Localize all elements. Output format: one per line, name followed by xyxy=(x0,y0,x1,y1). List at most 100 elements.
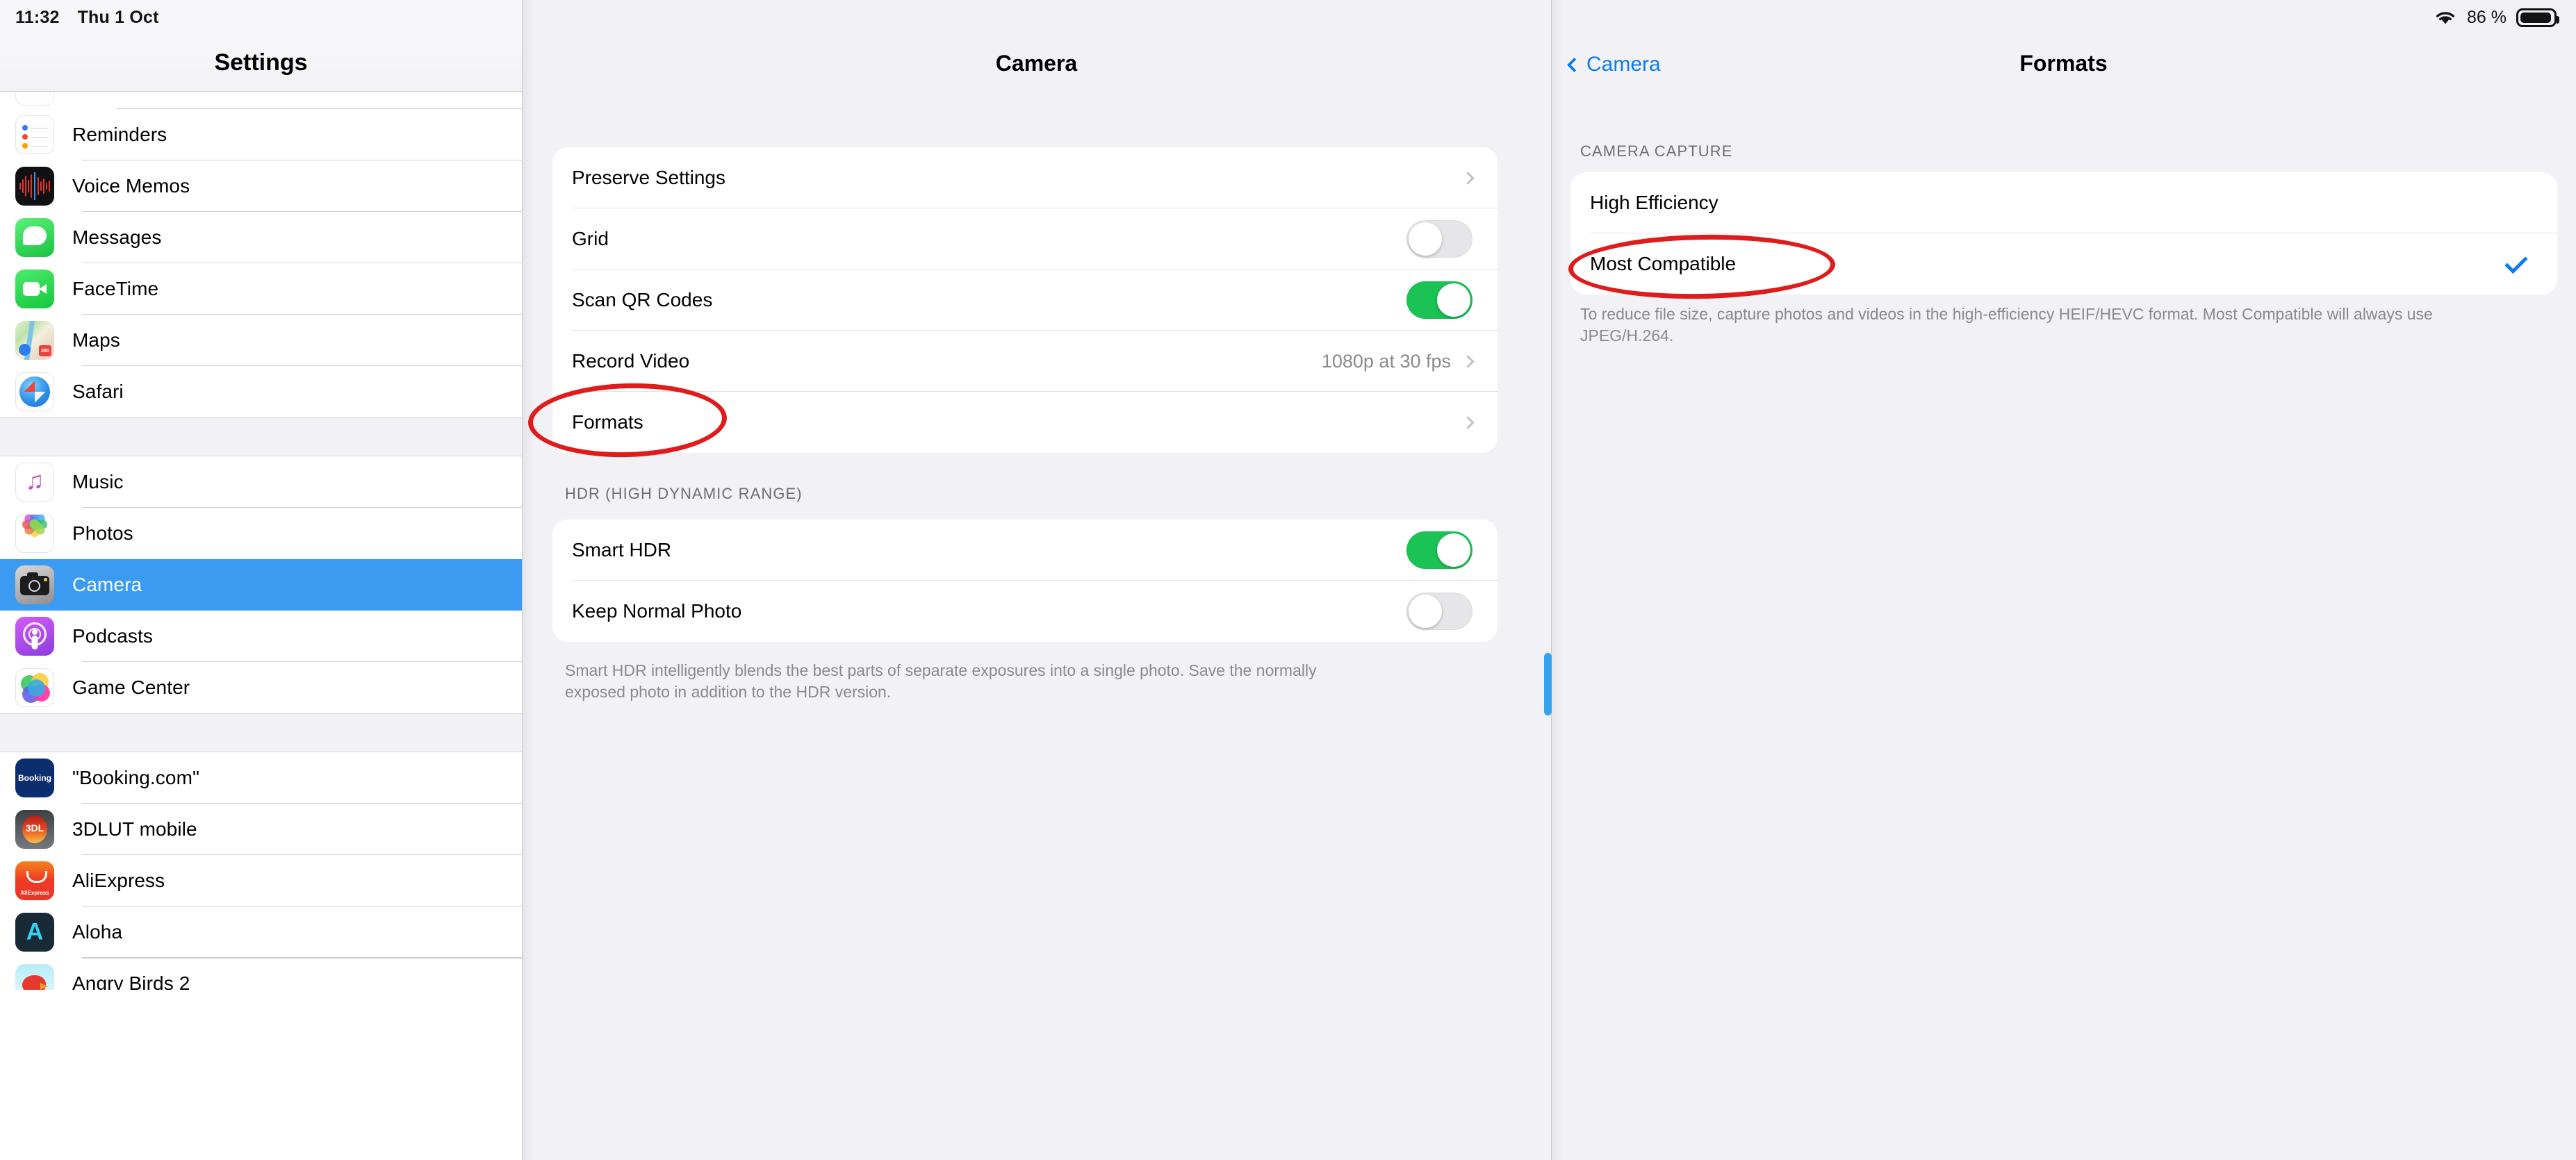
sidebar-item-label: AliExpress xyxy=(72,870,165,891)
sidebar-item-label: Podcasts xyxy=(72,625,153,647)
row-label: Preserve Settings xyxy=(572,167,725,188)
row-record-video[interactable]: Record Video 1080p at 30 fps xyxy=(552,331,1498,392)
camera-app-icon xyxy=(15,565,54,604)
3dlut-mobile-app-icon: 3DL xyxy=(15,810,54,849)
booking-com-app-icon xyxy=(15,759,54,797)
sidebar-item-angry-birds-2[interactable]: Angry Birds 2 xyxy=(0,958,522,990)
chevron-right-icon xyxy=(1461,354,1475,368)
angry-birds-2-app-icon xyxy=(15,964,54,990)
sidebar-group-gap xyxy=(0,713,522,752)
aliexpress-app-icon: AliExpress xyxy=(15,861,54,900)
row-keep-normal-photo[interactable]: Keep Normal Photo xyxy=(552,581,1498,642)
keep-normal-photo-toggle[interactable] xyxy=(1406,593,1472,630)
hdr-section-header: HDR (HIGH DYNAMIC RANGE) xyxy=(565,485,803,502)
chevron-right-icon xyxy=(1461,415,1475,429)
grid-toggle[interactable] xyxy=(1406,220,1472,258)
row-smart-hdr[interactable]: Smart HDR xyxy=(552,520,1498,581)
sidebar-item-messages[interactable]: Messages xyxy=(0,212,522,263)
messages-app-icon xyxy=(15,218,54,257)
sidebar-item-photos[interactable]: Photos xyxy=(0,508,522,559)
voice-memos-app-icon xyxy=(15,167,54,206)
sidebar-item-label: Safari xyxy=(72,381,124,402)
sidebar-item-label: Angry Birds 2 xyxy=(72,972,190,990)
row-label: Keep Normal Photo xyxy=(572,600,742,622)
music-app-icon xyxy=(15,463,54,502)
chevron-right-icon xyxy=(1461,171,1475,185)
hdr-options-group: Smart HDR Keep Normal Photo xyxy=(552,520,1498,642)
sidebar-title: Settings xyxy=(214,49,308,76)
camera-capture-footnote: To reduce file size, capture photos and … xyxy=(1580,305,2433,345)
formats-panel-header: Camera Formats xyxy=(1551,0,2576,92)
row-label: High Efficiency xyxy=(1590,192,1718,213)
sidebar-item-aloha[interactable]: Aloha xyxy=(0,906,522,958)
sidebar-item-music[interactable]: Music xyxy=(0,456,522,508)
sidebar-item-label: Aloha xyxy=(72,921,123,943)
sidebar-item-label: Game Center xyxy=(72,677,190,698)
photos-app-icon xyxy=(15,514,54,553)
sidebar-list[interactable]: Reminders Voice Memos Messages FaceTime … xyxy=(0,92,522,990)
sidebar-partial-item-top xyxy=(0,92,522,109)
hdr-footnote: Smart HDR intelligently blends the best … xyxy=(565,661,1317,702)
smart-hdr-toggle[interactable] xyxy=(1406,531,1472,569)
settings-sidebar: Settings Reminders Voice Memos Messages … xyxy=(0,0,522,1160)
row-grid[interactable]: Grid xyxy=(552,208,1498,270)
sidebar-divider xyxy=(522,0,523,1160)
split-view-drag-handle[interactable] xyxy=(1544,653,1552,715)
row-label: Scan QR Codes xyxy=(572,289,713,310)
row-label: Formats xyxy=(572,411,643,433)
camera-options-group: Preserve Settings Grid Scan QR Codes Rec… xyxy=(552,147,1498,453)
sidebar-item-label: Music xyxy=(72,471,124,492)
camera-capture-section-header: CAMERA CAPTURE xyxy=(1580,142,1733,160)
record-video-value: 1080p at 30 fps xyxy=(1321,350,1451,372)
sidebar-item-label: "Booking.com" xyxy=(72,767,200,788)
scan-qr-codes-toggle[interactable] xyxy=(1406,281,1472,319)
sidebar-item-voice-memos[interactable]: Voice Memos xyxy=(0,160,522,212)
sidebar-item-game-center[interactable]: Game Center xyxy=(0,662,522,713)
sidebar-item-label: Photos xyxy=(72,522,133,544)
sidebar-item-podcasts[interactable]: Podcasts xyxy=(0,611,522,662)
sidebar-item-label: Voice Memos xyxy=(72,175,190,197)
row-scan-qr-codes[interactable]: Scan QR Codes xyxy=(552,270,1498,331)
camera-panel-header: Camera xyxy=(522,0,1551,92)
sidebar-item-label: 3DLUT mobile xyxy=(72,818,197,840)
facetime-app-icon xyxy=(15,270,54,308)
sidebar-item-label: Camera xyxy=(72,574,142,595)
option-high-efficiency[interactable]: High Efficiency xyxy=(1570,172,2557,233)
reminders-app-icon xyxy=(15,115,54,154)
ipad-settings-screen: Settings Reminders Voice Memos Messages … xyxy=(0,0,2576,1160)
panel-divider xyxy=(1551,0,1552,1160)
row-label: Grid xyxy=(572,228,609,249)
row-label: Record Video xyxy=(572,350,690,372)
checkmark-icon xyxy=(2504,250,2528,274)
sidebar-item-aliexpress[interactable]: AliExpress AliExpress xyxy=(0,855,522,906)
row-label: Smart HDR xyxy=(572,539,672,561)
game-center-app-icon xyxy=(15,668,54,707)
sidebar-item-facetime[interactable]: FaceTime xyxy=(0,263,522,315)
page-title: Camera xyxy=(995,51,1078,76)
sidebar-item-label: Reminders xyxy=(72,124,167,145)
row-formats[interactable]: Formats xyxy=(552,392,1498,453)
option-most-compatible[interactable]: Most Compatible xyxy=(1570,233,2557,295)
page-title: Formats xyxy=(2019,51,2108,76)
sidebar-item-maps[interactable]: 280 Maps xyxy=(0,315,522,366)
sidebar-group-gap xyxy=(0,417,522,456)
row-separator xyxy=(82,958,522,959)
row-preserve-settings[interactable]: Preserve Settings xyxy=(552,147,1498,208)
podcasts-app-icon xyxy=(15,617,54,656)
formats-panel: Camera Formats CAMERA CAPTURE High Effic… xyxy=(1551,0,2576,1160)
sidebar-item-camera[interactable]: Camera xyxy=(0,559,522,611)
camera-capture-options-group: High Efficiency Most Compatible xyxy=(1570,172,2557,295)
row-label: Most Compatible xyxy=(1590,253,1737,274)
maps-app-icon: 280 xyxy=(15,321,54,360)
safari-app-icon xyxy=(15,372,54,411)
sidebar-item-label: FaceTime xyxy=(72,278,159,299)
sidebar-item-label: Maps xyxy=(72,329,120,351)
sidebar-item-label: Messages xyxy=(72,226,162,248)
aloha-app-icon xyxy=(15,913,54,952)
sidebar-item-3dlut-mobile[interactable]: 3DL 3DLUT mobile xyxy=(0,804,522,855)
sidebar-item-booking-com[interactable]: "Booking.com" xyxy=(0,752,522,804)
partial-app-icon xyxy=(15,92,54,106)
sidebar-item-safari[interactable]: Safari xyxy=(0,366,522,417)
sidebar-item-reminders[interactable]: Reminders xyxy=(0,109,522,160)
sidebar-header: Settings xyxy=(0,0,522,92)
